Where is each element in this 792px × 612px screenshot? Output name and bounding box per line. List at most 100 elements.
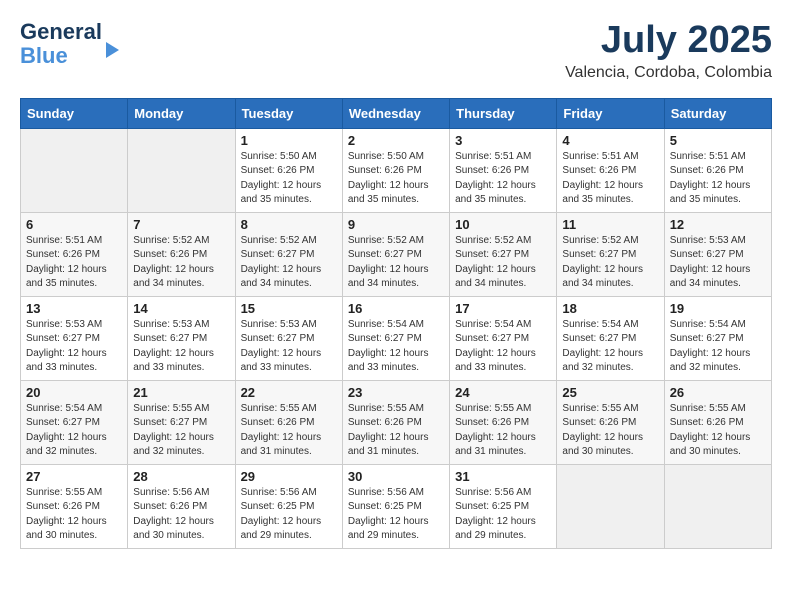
logo-text: GeneralBlue (20, 20, 102, 68)
day-info: Sunrise: 5:51 AM Sunset: 6:26 PM Dayligh… (455, 150, 551, 208)
day-number: 1 (241, 133, 337, 148)
day-number: 15 (241, 301, 337, 316)
calendar-cell: 13 Sunrise: 5:53 AM Sunset: 6:27 PM Dayli… (21, 296, 128, 380)
location-subtitle: Valencia, Cordoba, Colombia (565, 64, 772, 82)
day-info: Sunrise: 5:54 AM Sunset: 6:27 PM Dayligh… (348, 318, 444, 376)
day-number: 4 (562, 133, 658, 148)
day-info: Sunrise: 5:50 AM Sunset: 6:26 PM Dayligh… (241, 150, 337, 208)
day-info: Sunrise: 5:55 AM Sunset: 6:26 PM Dayligh… (26, 486, 122, 544)
day-info: Sunrise: 5:54 AM Sunset: 6:27 PM Dayligh… (455, 318, 551, 376)
day-number: 23 (348, 385, 444, 400)
day-info: Sunrise: 5:55 AM Sunset: 6:26 PM Dayligh… (670, 402, 766, 460)
day-info: Sunrise: 5:56 AM Sunset: 6:25 PM Dayligh… (455, 486, 551, 544)
day-info: Sunrise: 5:55 AM Sunset: 6:26 PM Dayligh… (455, 402, 551, 460)
header-day-tuesday: Tuesday (235, 98, 342, 128)
day-number: 9 (348, 217, 444, 232)
calendar-cell: 25 Sunrise: 5:55 AM Sunset: 6:26 PM Dayli… (557, 380, 664, 464)
calendar-cell: 20Sunrise: 5:54 AM Sunset: 6:27 PM Dayli… (21, 380, 128, 464)
calendar-cell: 16Sunrise: 5:54 AM Sunset: 6:27 PM Dayli… (342, 296, 449, 380)
header-row: SundayMondayTuesdayWednesdayThursdayFrid… (21, 98, 772, 128)
day-number: 13 (26, 301, 122, 316)
day-info: Sunrise: 5:53 AM Sunset: 6:27 PM Dayligh… (670, 234, 766, 292)
day-number: 5 (670, 133, 766, 148)
day-number: 22 (241, 385, 337, 400)
day-info: Sunrise: 5:54 AM Sunset: 6:27 PM Dayligh… (670, 318, 766, 376)
day-info: Sunrise: 5:55 AM Sunset: 6:26 PM Dayligh… (562, 402, 658, 460)
week-row-1: 1 Sunrise: 5:50 AM Sunset: 6:26 PM Daylig… (21, 128, 772, 212)
calendar-cell: 14 Sunrise: 5:53 AM Sunset: 6:27 PM Dayli… (128, 296, 235, 380)
day-number: 28 (133, 469, 229, 484)
day-number: 29 (241, 469, 337, 484)
day-number: 10 (455, 217, 551, 232)
calendar-cell: 28 Sunrise: 5:56 AM Sunset: 6:26 PM Dayli… (128, 464, 235, 548)
calendar-cell: 24 Sunrise: 5:55 AM Sunset: 6:26 PM Dayli… (450, 380, 557, 464)
day-info: Sunrise: 5:53 AM Sunset: 6:27 PM Dayligh… (133, 318, 229, 376)
day-number: 18 (562, 301, 658, 316)
week-row-3: 13 Sunrise: 5:53 AM Sunset: 6:27 PM Dayli… (21, 296, 772, 380)
day-info: Sunrise: 5:51 AM Sunset: 6:26 PM Dayligh… (670, 150, 766, 208)
week-row-2: 6 Sunrise: 5:51 AM Sunset: 6:26 PM Daylig… (21, 212, 772, 296)
month-year-title: July 2025 (565, 20, 772, 62)
calendar-cell: 31 Sunrise: 5:56 AM Sunset: 6:25 PM Dayli… (450, 464, 557, 548)
day-info: Sunrise: 5:56 AM Sunset: 6:25 PM Dayligh… (348, 486, 444, 544)
day-number: 6 (26, 217, 122, 232)
day-info: Sunrise: 5:55 AM Sunset: 6:27 PM Dayligh… (133, 402, 229, 460)
day-info: Sunrise: 5:51 AM Sunset: 6:26 PM Dayligh… (562, 150, 658, 208)
week-row-4: 20Sunrise: 5:54 AM Sunset: 6:27 PM Dayli… (21, 380, 772, 464)
day-number: 3 (455, 133, 551, 148)
calendar-cell (21, 128, 128, 212)
calendar-cell: 8Sunrise: 5:52 AM Sunset: 6:27 PM Daylig… (235, 212, 342, 296)
header-day-wednesday: Wednesday (342, 98, 449, 128)
day-info: Sunrise: 5:54 AM Sunset: 6:27 PM Dayligh… (26, 402, 122, 460)
logo-arrow-icon (106, 42, 119, 58)
calendar-cell: 6 Sunrise: 5:51 AM Sunset: 6:26 PM Daylig… (21, 212, 128, 296)
calendar-cell: 12 Sunrise: 5:53 AM Sunset: 6:27 PM Dayli… (664, 212, 771, 296)
calendar-cell: 3 Sunrise: 5:51 AM Sunset: 6:26 PM Daylig… (450, 128, 557, 212)
day-number: 30 (348, 469, 444, 484)
calendar-cell: 21 Sunrise: 5:55 AM Sunset: 6:27 PM Dayli… (128, 380, 235, 464)
day-number: 24 (455, 385, 551, 400)
day-info: Sunrise: 5:56 AM Sunset: 6:26 PM Dayligh… (133, 486, 229, 544)
calendar-cell: 15 Sunrise: 5:53 AM Sunset: 6:27 PM Dayli… (235, 296, 342, 380)
header-day-monday: Monday (128, 98, 235, 128)
calendar-cell: 27Sunrise: 5:55 AM Sunset: 6:26 PM Dayli… (21, 464, 128, 548)
day-info: Sunrise: 5:51 AM Sunset: 6:26 PM Dayligh… (26, 234, 122, 292)
day-number: 14 (133, 301, 229, 316)
calendar-cell: 10 Sunrise: 5:52 AM Sunset: 6:27 PM Dayli… (450, 212, 557, 296)
day-number: 31 (455, 469, 551, 484)
calendar-cell: 9Sunrise: 5:52 AM Sunset: 6:27 PM Daylig… (342, 212, 449, 296)
calendar-cell: 19Sunrise: 5:54 AM Sunset: 6:27 PM Dayli… (664, 296, 771, 380)
calendar-header: SundayMondayTuesdayWednesdayThursdayFrid… (21, 98, 772, 128)
day-number: 26 (670, 385, 766, 400)
header-day-friday: Friday (557, 98, 664, 128)
day-number: 12 (670, 217, 766, 232)
day-info: Sunrise: 5:52 AM Sunset: 6:27 PM Dayligh… (455, 234, 551, 292)
logo: GeneralBlue (20, 20, 119, 68)
day-info: Sunrise: 5:56 AM Sunset: 6:25 PM Dayligh… (241, 486, 337, 544)
day-info: Sunrise: 5:53 AM Sunset: 6:27 PM Dayligh… (26, 318, 122, 376)
title-section: July 2025 Valencia, Cordoba, Colombia (565, 20, 772, 82)
day-number: 17 (455, 301, 551, 316)
calendar-cell: 17 Sunrise: 5:54 AM Sunset: 6:27 PM Dayli… (450, 296, 557, 380)
calendar-cell: 1 Sunrise: 5:50 AM Sunset: 6:26 PM Daylig… (235, 128, 342, 212)
day-info: Sunrise: 5:54 AM Sunset: 6:27 PM Dayligh… (562, 318, 658, 376)
day-number: 21 (133, 385, 229, 400)
week-row-5: 27Sunrise: 5:55 AM Sunset: 6:26 PM Dayli… (21, 464, 772, 548)
calendar-body: 1 Sunrise: 5:50 AM Sunset: 6:26 PM Daylig… (21, 128, 772, 548)
header-day-thursday: Thursday (450, 98, 557, 128)
day-number: 7 (133, 217, 229, 232)
calendar-cell: 22Sunrise: 5:55 AM Sunset: 6:26 PM Dayli… (235, 380, 342, 464)
header-day-saturday: Saturday (664, 98, 771, 128)
calendar-cell: 2 Sunrise: 5:50 AM Sunset: 6:26 PM Daylig… (342, 128, 449, 212)
calendar-cell: 23Sunrise: 5:55 AM Sunset: 6:26 PM Dayli… (342, 380, 449, 464)
day-info: Sunrise: 5:50 AM Sunset: 6:26 PM Dayligh… (348, 150, 444, 208)
day-number: 25 (562, 385, 658, 400)
calendar-cell (664, 464, 771, 548)
calendar-table: SundayMondayTuesdayWednesdayThursdayFrid… (20, 98, 772, 549)
day-number: 2 (348, 133, 444, 148)
calendar-cell: 5 Sunrise: 5:51 AM Sunset: 6:26 PM Daylig… (664, 128, 771, 212)
day-info: Sunrise: 5:53 AM Sunset: 6:27 PM Dayligh… (241, 318, 337, 376)
calendar-cell: 26 Sunrise: 5:55 AM Sunset: 6:26 PM Dayli… (664, 380, 771, 464)
calendar-cell: 4 Sunrise: 5:51 AM Sunset: 6:26 PM Daylig… (557, 128, 664, 212)
day-info: Sunrise: 5:52 AM Sunset: 6:26 PM Dayligh… (133, 234, 229, 292)
